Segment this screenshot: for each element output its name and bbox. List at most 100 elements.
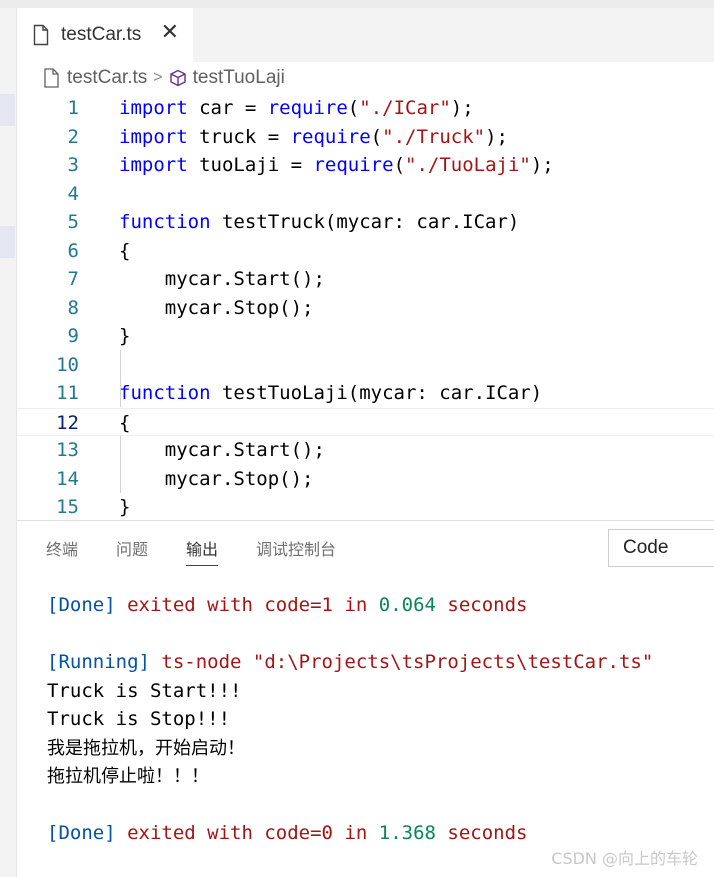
code-text: { (119, 237, 130, 266)
chevron-right-icon: > (153, 69, 163, 86)
tab-terminal[interactable]: 终端 (46, 536, 78, 565)
tab-testcar[interactable]: testCar.ts ✕ (17, 8, 193, 62)
code-token: mycar.Stop(); (119, 296, 314, 319)
output-token: exited with (115, 822, 265, 844)
output-token: 拖拉机停止啦！！！ (47, 766, 209, 787)
code-token: testTuoLaji(mycar: car.ICar) (210, 382, 543, 404)
file-icon (44, 68, 59, 88)
output-token: in (333, 594, 379, 616)
line-number: 6 (67, 239, 79, 262)
breadcrumb-file[interactable]: testCar.ts (67, 67, 147, 89)
line-number: 2 (67, 125, 79, 148)
code-text: } (119, 322, 130, 351)
output-line: Truck is Stop!!! (47, 705, 230, 734)
code-text: import truck = require("./Truck"); (119, 123, 508, 152)
code-line[interactable]: 15} (17, 493, 714, 520)
module-cube-icon (169, 69, 186, 87)
code-line[interactable]: 1 import car = require("./ICar"); (17, 94, 714, 123)
code-token: ); (450, 97, 474, 119)
output-token: [Done] (47, 822, 116, 844)
file-icon (33, 24, 49, 46)
code-token: ); (485, 125, 508, 148)
code-token: testTruck(mycar: car.ICar) (210, 211, 520, 233)
output-token: ts-node (149, 651, 253, 673)
tab-debug-console[interactable]: 调试控制台 (256, 536, 336, 565)
output-token: [Running] (47, 651, 150, 673)
code-text: import tuoLaji = require("./TuoLaji"); (119, 151, 554, 180)
string-token: "./TuoLaji" (405, 154, 531, 176)
line-number: 14 (56, 467, 79, 490)
tab-output[interactable]: 输出 (186, 536, 219, 566)
tab-problems[interactable]: 问题 (116, 536, 148, 565)
line-number: 13 (56, 439, 79, 461)
output-line: 我是拖拉机，开始启动！ (47, 734, 245, 764)
output-token: 我是拖拉机，开始启动！ (47, 737, 245, 759)
editor-tab-bar: testCar.ts ✕ (17, 8, 714, 62)
output-token: code=0 (264, 822, 333, 844)
code-text: mycar.Stop(); (119, 294, 314, 323)
keyword-token: function (119, 382, 211, 404)
line-number: 9 (67, 325, 79, 347)
keyword-token: function (119, 211, 211, 233)
breadcrumb-symbol[interactable]: testTuoLaji (193, 67, 285, 89)
code-line[interactable]: 11 function testTuoLaji(mycar: car.ICar) (17, 379, 714, 408)
output-token: exited with (115, 594, 265, 616)
code-text: function testTruck(mycar: car.ICar) (119, 208, 519, 237)
output-token: seconds (435, 594, 528, 616)
code-editor[interactable]: 1 import car = require("./ICar"); 2 import … (17, 94, 714, 520)
code-line[interactable]: 4 (17, 180, 714, 209)
code-text: function testTuoLaji(mycar: car.ICar) (119, 379, 542, 408)
code-line[interactable]: 6{ (17, 237, 714, 266)
code-token: ( (347, 97, 360, 119)
string-token: "./Truck" (382, 125, 486, 148)
output-line: Truck is Start!!! (47, 677, 241, 706)
output-line: [Running] ts-node "d:\Projects\tsProject… (47, 648, 653, 677)
line-number: 12 (56, 411, 79, 434)
code-token: } (119, 496, 131, 518)
code-line[interactable]: 3 import tuoLaji = require("./TuoLaji"); (17, 151, 714, 180)
panel-tab-bar: 终端 问题 输出 调试控制台 Code (17, 521, 714, 574)
output-token: Truck is Start!!! (47, 679, 242, 702)
output-token: seconds (435, 822, 528, 844)
output-line: [Done] exited with code=1 in 0.064 secon… (47, 591, 527, 620)
code-line[interactable]: 2 import truck = require("./Truck"); (17, 123, 714, 152)
output-token: 0.064 (378, 594, 436, 616)
code-text: { (119, 409, 130, 438)
code-token: mycar.Start(); (119, 268, 325, 290)
string-token: "./ICar" (359, 97, 451, 119)
code-token: { (119, 239, 131, 262)
dropdown-value: Code (623, 537, 669, 558)
window-top-edge (0, 0, 714, 8)
output-token: "d:\Projects\tsProjects\testCar.ts" (252, 651, 654, 673)
code-line[interactable]: 10 (17, 351, 714, 380)
line-number: 8 (67, 296, 79, 319)
keyword-token: require (267, 97, 348, 119)
code-token: ); (530, 154, 554, 176)
tab-title: testCar.ts (61, 24, 142, 45)
keyword-token: import (119, 125, 188, 148)
output-channel-dropdown[interactable]: Code (608, 529, 714, 567)
code-line[interactable]: 12 { (17, 407, 714, 438)
output-token: in (333, 822, 379, 844)
keyword-token: require (313, 154, 394, 176)
close-icon[interactable]: ✕ (161, 20, 179, 45)
code-text: mycar.Start(); (119, 436, 325, 465)
code-line[interactable]: 8 mycar.Stop(); (17, 294, 714, 323)
code-line[interactable]: 5 function testTruck(mycar: car.ICar) (17, 208, 714, 237)
output-token: 1.368 (378, 822, 436, 844)
keyword-token: require (290, 125, 371, 148)
sidebar-highlight (0, 226, 15, 258)
code-line[interactable]: 14 mycar.Stop(); (17, 465, 714, 494)
line-number: 11 (56, 382, 79, 404)
code-line[interactable]: 7 mycar.Start(); (17, 265, 714, 294)
output-line: 拖拉机停止啦！！！ (47, 762, 209, 792)
code-line[interactable]: 13 mycar.Start(); (17, 436, 714, 465)
keyword-token: import (119, 154, 188, 176)
line-number: 15 (56, 496, 79, 518)
line-number: 1 (67, 97, 79, 119)
code-token: ( (393, 154, 406, 176)
output-panel[interactable]: [Done] exited with code=1 in 0.064 secon… (17, 574, 714, 877)
code-line[interactable]: 9} (17, 322, 714, 351)
output-token: code=1 (264, 594, 333, 616)
breadcrumb: testCar.ts > testTuoLaji (17, 62, 714, 94)
